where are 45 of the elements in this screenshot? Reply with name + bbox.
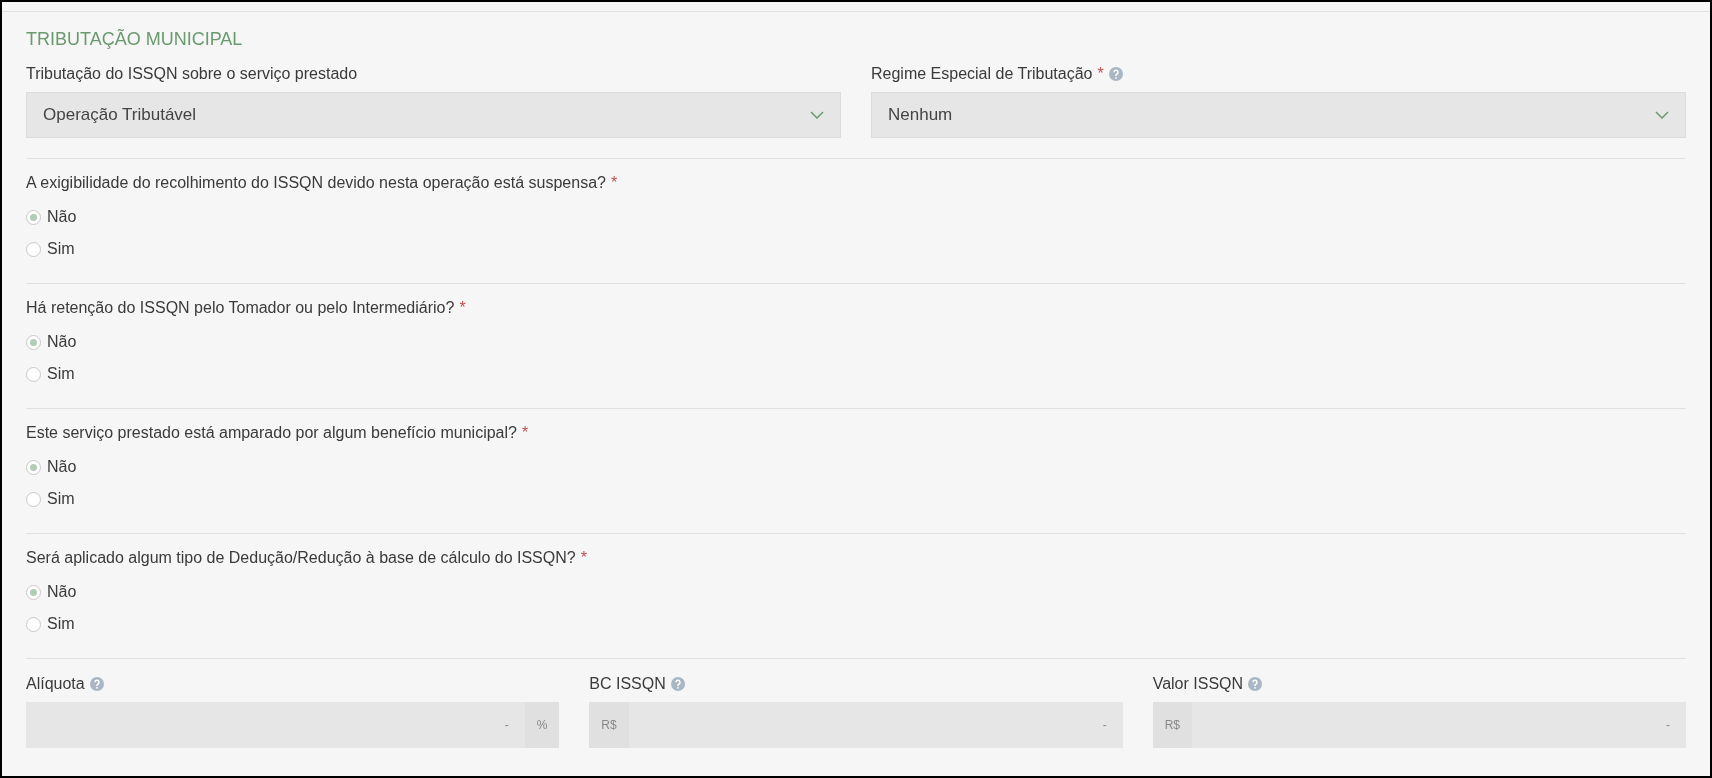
- amount-input[interactable]: -: [628, 702, 1123, 748]
- radio-label[interactable]: Sim: [47, 615, 75, 633]
- question-text: Este serviço prestado está amparado por algum benefício municipal?: [26, 423, 517, 443]
- section-title: TRIBUTAÇÃO MUNICIPAL: [26, 28, 244, 50]
- help-icon[interactable]: [1248, 677, 1263, 691]
- radio-button[interactable]: [26, 334, 41, 350]
- question-text: Será aplicado algum tipo de Dedução/Redução à base de cálculo do ISSQN?: [26, 548, 576, 568]
- percent-suffix: %: [524, 702, 560, 748]
- required-mark: *: [521, 423, 529, 443]
- radio-label[interactable]: Não: [47, 208, 77, 226]
- amount-input[interactable]: -: [1192, 702, 1686, 748]
- help-icon[interactable]: [1108, 67, 1123, 81]
- radio-label[interactable]: Não: [47, 458, 77, 476]
- required-mark: *: [610, 173, 618, 193]
- radio-label[interactable]: Sim: [47, 365, 75, 383]
- field-label: BC ISSQN: [589, 674, 666, 694]
- field-label: Regime Especial de Tributação: [871, 64, 1093, 84]
- radio-label[interactable]: Não: [47, 583, 77, 601]
- chevron-down-icon: [810, 111, 824, 119]
- radio-button[interactable]: [26, 366, 41, 382]
- dropdown[interactable]: Nenhum: [871, 92, 1686, 138]
- radio-button[interactable]: [26, 241, 41, 257]
- question-text: A exigibilidade do recolhimento do ISSQN devido nesta operação está suspensa?: [26, 173, 606, 193]
- currency-prefix: R$: [1152, 702, 1192, 748]
- field-label: Alíquota: [26, 674, 85, 694]
- radio-button[interactable]: [26, 616, 41, 632]
- currency-prefix: R$: [589, 702, 629, 748]
- dropdown[interactable]: Operação Tributável: [26, 92, 841, 138]
- radio-label[interactable]: Sim: [47, 240, 75, 258]
- required-mark: *: [459, 298, 466, 318]
- help-icon[interactable]: [89, 677, 104, 691]
- radio-label[interactable]: Sim: [47, 490, 75, 508]
- radio-button[interactable]: [26, 209, 41, 225]
- required-mark: *: [580, 548, 587, 568]
- question-text: Há retenção do ISSQN pelo Tomador ou pelo Intermediário?: [26, 298, 455, 318]
- radio-button[interactable]: [26, 491, 41, 507]
- radio-button[interactable]: [26, 584, 41, 600]
- radio-label[interactable]: Não: [47, 333, 77, 351]
- amount-input[interactable]: -: [26, 702, 525, 748]
- field-label: Valor ISSQN: [1152, 674, 1244, 694]
- help-icon[interactable]: [670, 677, 685, 691]
- radio-button[interactable]: [26, 459, 41, 475]
- chevron-down-icon: [1655, 111, 1669, 119]
- field-label: Tributação do ISSQN sobre o serviço prestado: [26, 64, 358, 84]
- required-mark: *: [1097, 64, 1104, 84]
